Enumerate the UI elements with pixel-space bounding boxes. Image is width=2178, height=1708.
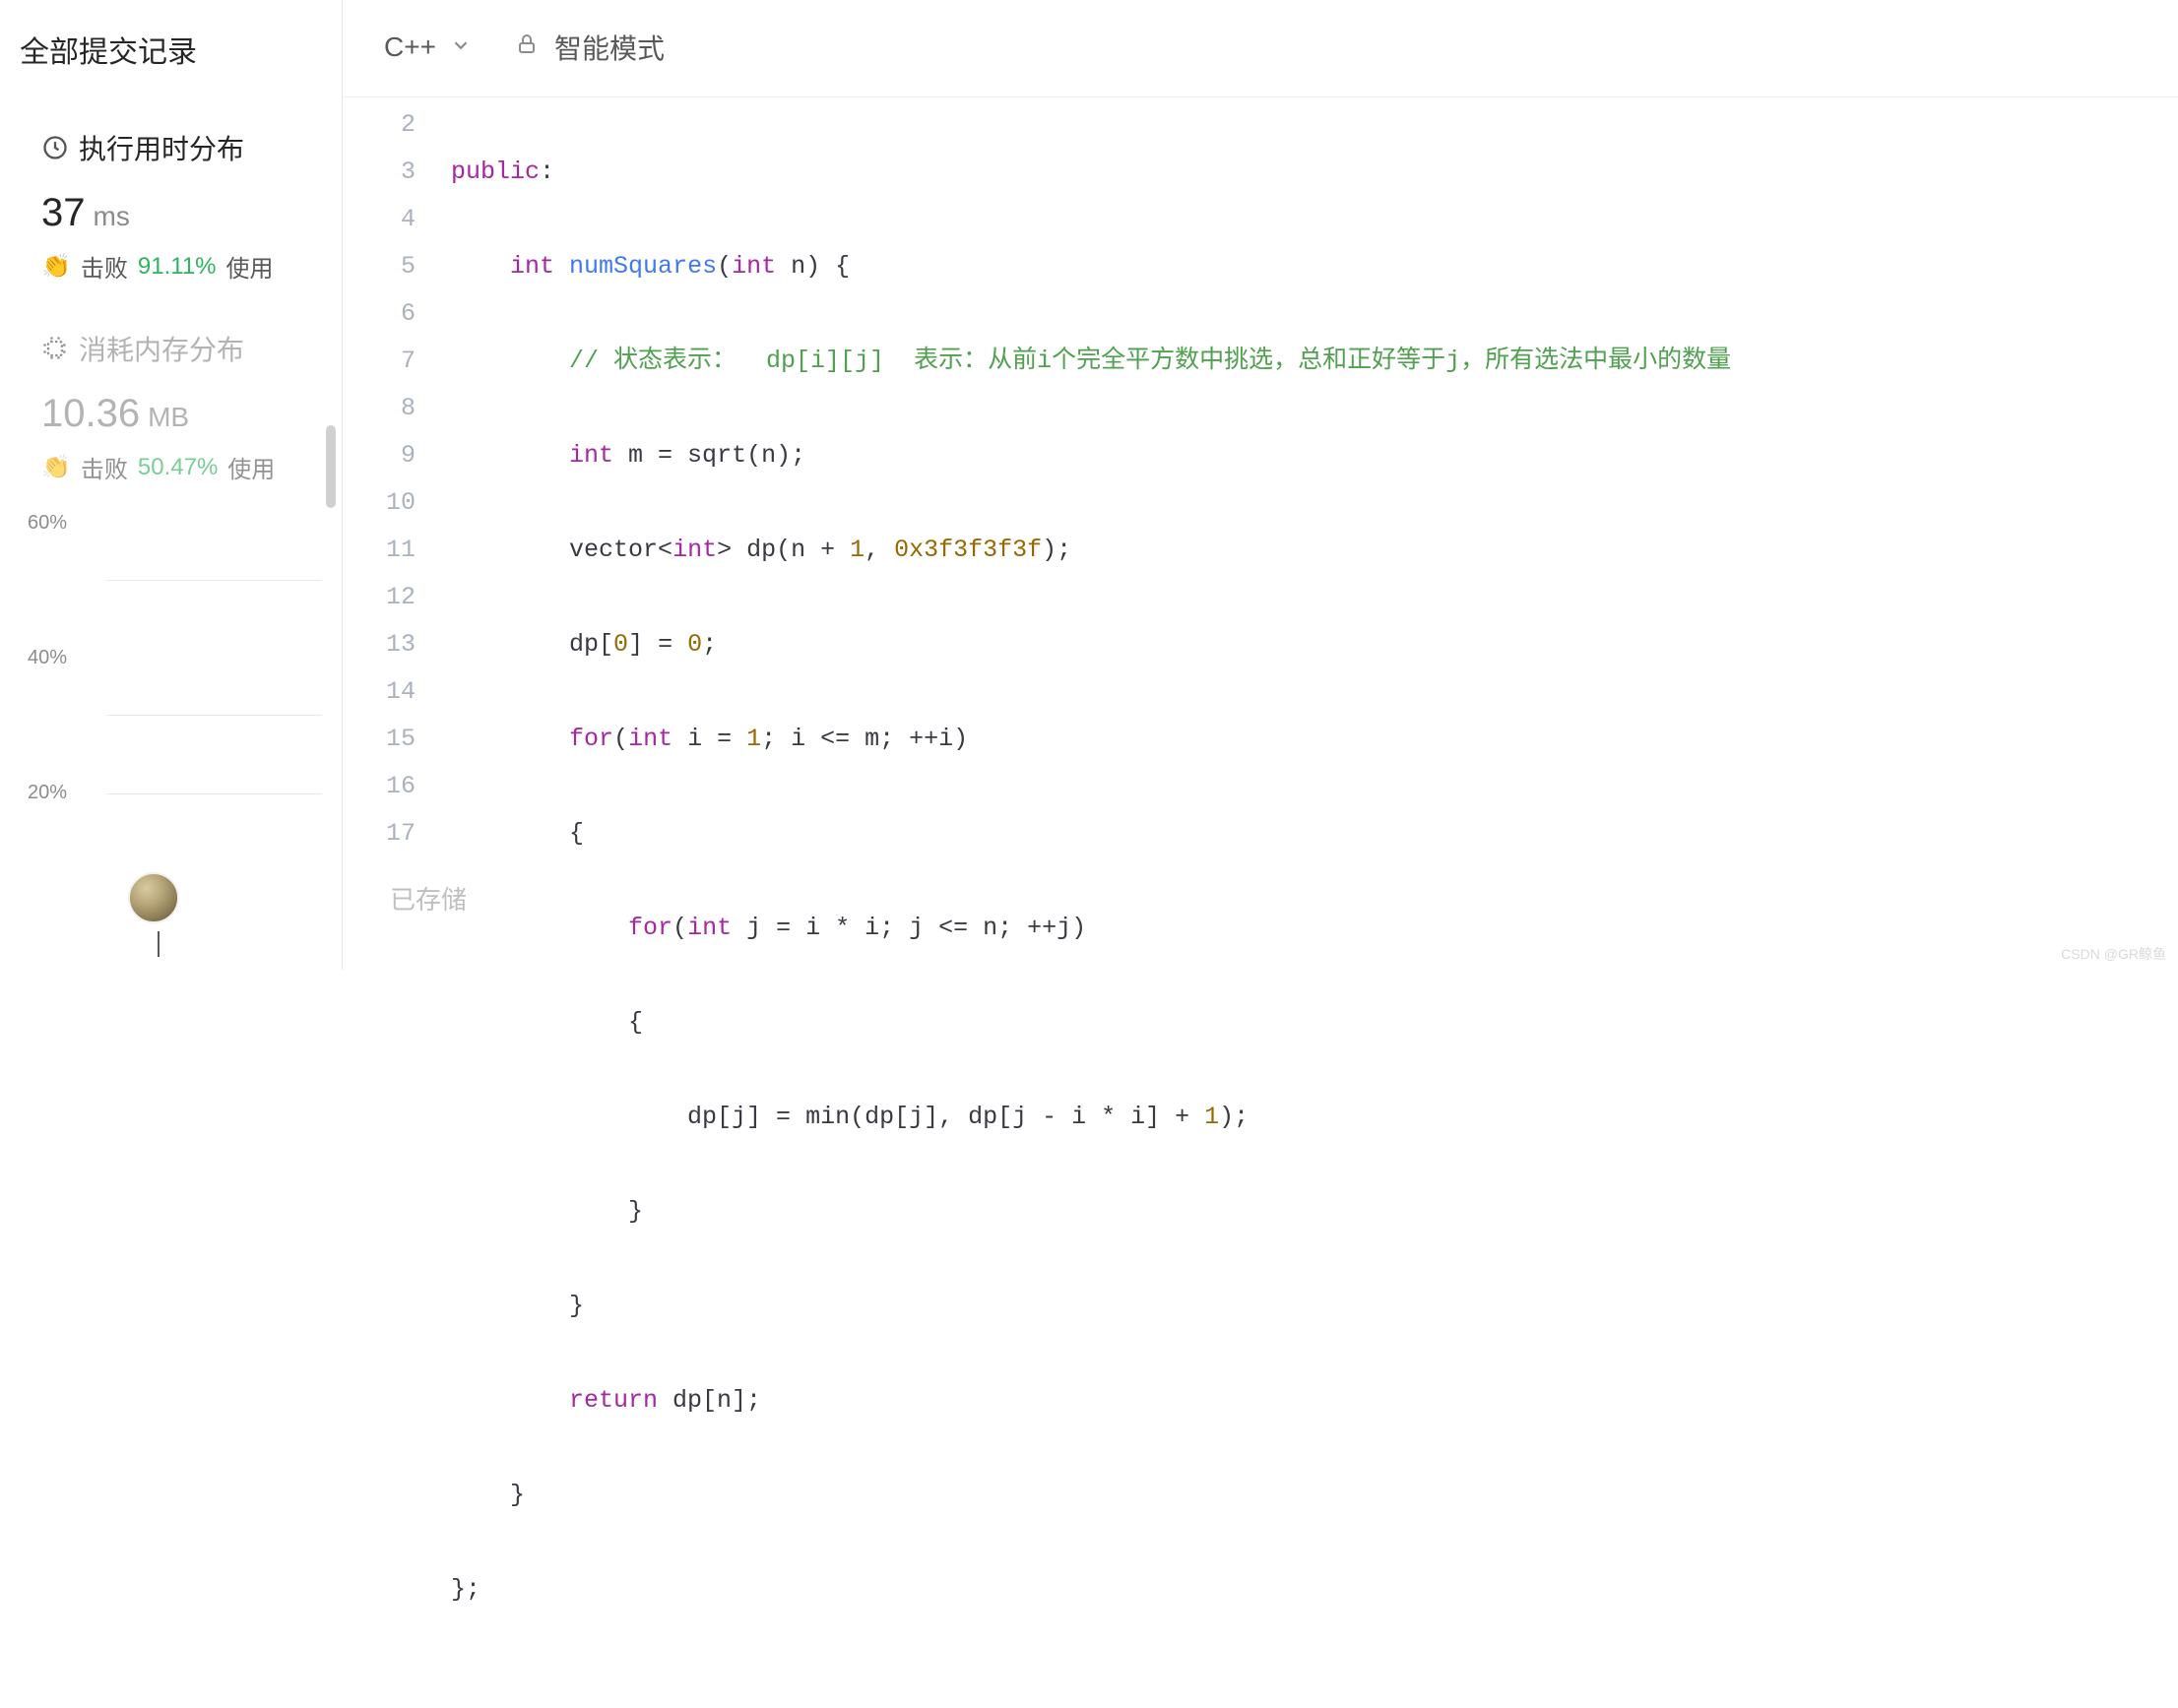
- line-num: 5: [343, 243, 416, 290]
- line-num: 8: [343, 385, 416, 432]
- clap-icon: 👏: [41, 453, 71, 481]
- language-label: C++: [384, 32, 436, 63]
- runtime-beats: 👏 击败 91.11% 使用: [41, 249, 322, 284]
- memory-value-row: 10.36 MB: [41, 392, 322, 436]
- line-num: 10: [343, 479, 416, 527]
- line-num: 14: [343, 668, 416, 716]
- beats-prefix-m: 击败: [81, 450, 128, 484]
- mode-label: 智能模式: [554, 28, 665, 67]
- line-num: 3: [343, 149, 416, 196]
- chevron-down-icon: [450, 32, 472, 63]
- line-num: 13: [343, 621, 416, 668]
- line-num: 4: [343, 196, 416, 243]
- line-num: 11: [343, 527, 416, 574]
- line-num: 7: [343, 338, 416, 385]
- sidebar: 全部提交记录 执行用时分布 37 ms 👏 击败 91.11% 使用: [0, 0, 343, 970]
- lock-icon: [515, 32, 539, 63]
- code-body[interactable]: public: int numSquares(int n) { // 状态表示：…: [451, 101, 2178, 1708]
- toolbar: C++ 智能模式: [343, 0, 2178, 97]
- memory-section: 消耗内存分布 10.36 MB 👏 击败 50.47% 使用: [0, 301, 342, 502]
- clock-icon: [41, 134, 69, 161]
- runtime-label: 执行用时分布: [79, 128, 244, 167]
- line-num: 16: [343, 763, 416, 810]
- y-tick-60: 60%: [28, 512, 67, 535]
- memory-unit: MB: [148, 402, 189, 432]
- code-editor[interactable]: 2 3 4 5 6 7 8 9 10 11 12 13 14 15 16 17 …: [343, 97, 2178, 1708]
- mode-indicator[interactable]: 智能模式: [515, 28, 665, 67]
- line-num: 9: [343, 432, 416, 479]
- runtime-value-row: 37 ms: [41, 191, 322, 235]
- runtime-unit: ms: [94, 201, 130, 231]
- memory-label: 消耗内存分布: [79, 329, 244, 368]
- runtime-value: 37: [41, 191, 86, 234]
- line-num: 15: [343, 716, 416, 763]
- watermark: CSDN @GR鲸鱼: [2061, 944, 2166, 964]
- sidebar-title[interactable]: 全部提交记录: [0, 0, 342, 100]
- language-selector[interactable]: C++: [384, 32, 472, 63]
- runtime-section: 执行用时分布 37 ms 👏 击败 91.11% 使用: [0, 100, 342, 301]
- line-num: 6: [343, 290, 416, 338]
- chart-marker: [158, 931, 160, 957]
- memory-value: 10.36: [41, 392, 140, 435]
- runtime-beats-percent: 91.11%: [138, 253, 217, 281]
- beats-suffix-m: 使用: [227, 450, 275, 484]
- beats-suffix: 使用: [226, 249, 274, 284]
- chart-area: 60% 40% 20%: [0, 502, 342, 804]
- content-area: C++ 智能模式 2 3 4 5 6 7 8 9: [343, 0, 2178, 970]
- clap-icon: 👏: [41, 252, 71, 281]
- line-num: 12: [343, 574, 416, 621]
- memory-beats: 👏 击败 50.47% 使用: [41, 450, 322, 484]
- y-tick-20: 20%: [28, 782, 67, 804]
- saved-status: 已存储: [343, 854, 467, 936]
- memory-title: 消耗内存分布: [41, 329, 322, 368]
- y-tick-40: 40%: [28, 647, 67, 669]
- line-num: 2: [343, 101, 416, 149]
- memory-beats-percent: 50.47%: [138, 454, 218, 481]
- beats-prefix: 击败: [81, 249, 128, 284]
- line-num: 17: [343, 810, 416, 857]
- runtime-title: 执行用时分布: [41, 128, 322, 167]
- avatar[interactable]: [128, 872, 179, 923]
- scrollbar[interactable]: [326, 425, 336, 508]
- chip-icon: [41, 335, 69, 362]
